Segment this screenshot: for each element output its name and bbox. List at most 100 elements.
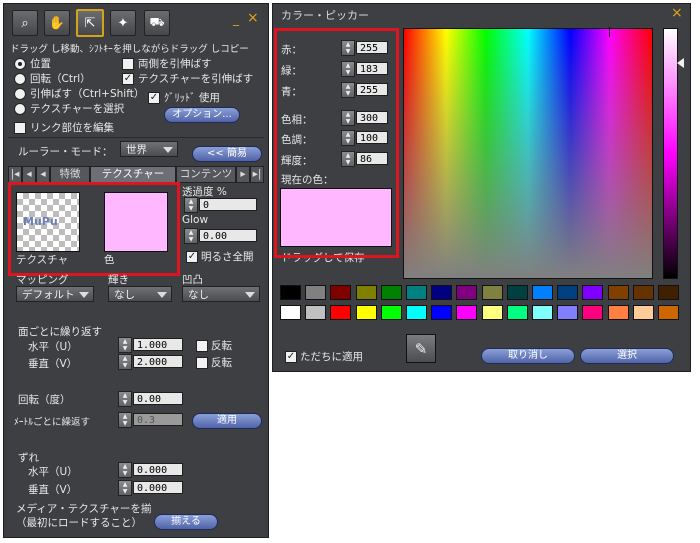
offset-label: ずれ — [18, 452, 39, 464]
color-swatch-preset[interactable] — [557, 285, 579, 300]
color-swatch-preset[interactable] — [658, 285, 679, 300]
tab-scroll-last[interactable]: ▸| — [250, 166, 264, 183]
color-swatch-preset[interactable] — [380, 305, 402, 320]
horizontal-spinner[interactable]: ▲ ▼ — [118, 337, 132, 353]
radio-stretch[interactable] — [14, 88, 26, 100]
vertical-field[interactable]: 2.000 — [133, 355, 183, 368]
color-swatch-preset[interactable] — [406, 305, 427, 320]
repeats-per-meter-spinner[interactable]: ▲ ▼ — [118, 412, 132, 428]
color-swatch-preset[interactable] — [305, 305, 327, 320]
highlight-box-picker — [274, 28, 399, 258]
color-swatch-preset[interactable] — [632, 285, 654, 300]
align-button[interactable]: 揃える — [154, 514, 218, 530]
shiny-dropdown[interactable]: なし — [108, 286, 172, 302]
luminance-slider-thumb[interactable] — [677, 58, 684, 68]
color-swatch-preset[interactable] — [481, 285, 503, 300]
color-swatch-preset[interactable] — [280, 305, 301, 320]
tab-scroll-prev[interactable]: ◂ — [36, 166, 50, 183]
color-swatch-preset[interactable] — [532, 305, 553, 320]
color-swatch-preset[interactable] — [280, 285, 301, 300]
edit-tool-button[interactable]: ⇱ — [76, 9, 104, 37]
transparency-field[interactable]: 0 — [199, 198, 257, 211]
radio-position[interactable] — [14, 58, 26, 70]
color-swatch-preset[interactable] — [557, 305, 579, 320]
options-button[interactable]: オプション... — [164, 107, 240, 123]
minimize-icon[interactable]: _ — [233, 12, 239, 26]
color-swatch-preset[interactable] — [355, 285, 377, 300]
full-bright-checkbox[interactable]: ✓ — [186, 251, 198, 263]
land-tool-button[interactable]: ⛟ — [144, 10, 170, 36]
repeats-per-meter-field[interactable]: 0.3 — [133, 413, 183, 426]
color-swatch-preset[interactable] — [456, 305, 478, 320]
use-grid-checkbox[interactable]: ✓ — [148, 92, 160, 104]
color-swatch-preset[interactable] — [380, 285, 402, 300]
radio-select-texture[interactable] — [14, 103, 26, 115]
picker-title: カラー・ピッカー — [281, 9, 369, 22]
stretch-both-label: 両側を引伸ばす — [138, 58, 212, 70]
flip-vertical-checkbox[interactable] — [196, 357, 208, 369]
radio-rotate[interactable] — [14, 73, 26, 85]
transparency-spinner[interactable]: ▲ ▼ — [184, 197, 198, 213]
glow-spinner[interactable]: ▲ ▼ — [184, 228, 198, 244]
less-button[interactable]: << 簡易 — [192, 146, 262, 162]
select-button[interactable]: 選択 — [580, 348, 674, 364]
color-swatch-preset[interactable] — [431, 305, 453, 320]
close-icon[interactable]: × — [247, 10, 259, 26]
color-swatch-preset[interactable] — [532, 285, 553, 300]
flip-horizontal-checkbox[interactable] — [196, 340, 208, 352]
tab-scroll-right[interactable]: ▸ — [236, 166, 250, 183]
cancel-button[interactable]: 取り消し — [481, 348, 575, 364]
apply-immediately-checkbox[interactable]: ✓ — [285, 351, 297, 363]
color-swatch-preset[interactable] — [582, 305, 604, 320]
media-align-label: メディア・テクスチャーを揃 — [16, 503, 152, 515]
tab-scroll-first[interactable]: |◂ — [8, 166, 22, 183]
luminance-slider[interactable] — [663, 28, 678, 279]
ruler-mode-label: ルーラー・モード： — [18, 146, 113, 158]
grab-tool-button[interactable]: ✋ — [44, 10, 70, 36]
horizontal-field[interactable]: 1.000 — [133, 338, 183, 351]
stretch-both-checkbox[interactable] — [122, 58, 134, 70]
close-icon[interactable]: × — [671, 5, 683, 21]
color-swatch-preset[interactable] — [431, 285, 453, 300]
rotation-spinner[interactable]: ▲ ▼ — [118, 391, 132, 407]
offset-v-field[interactable]: 0.000 — [133, 481, 183, 494]
offset-u-spinner[interactable]: ▲ ▼ — [118, 462, 132, 478]
tab-scroll-left[interactable]: ◂ — [22, 166, 36, 183]
color-swatch-preset[interactable] — [582, 285, 604, 300]
stretch-texture-checkbox[interactable]: ✓ — [122, 73, 134, 85]
offset-v-spinner[interactable]: ▲ ▼ — [118, 480, 132, 496]
tab-features[interactable]: 特徴 — [50, 166, 90, 183]
focus-tool-button[interactable]: ⌕ — [12, 10, 38, 36]
color-swatch-preset[interactable] — [607, 285, 629, 300]
tab-texture[interactable]: テクスチャー — [90, 166, 176, 183]
color-swatch-preset[interactable] — [506, 285, 528, 300]
bump-dropdown[interactable]: なし — [182, 286, 260, 302]
vertical-label: 垂直（V） — [28, 358, 78, 370]
color-swatch-preset[interactable] — [481, 305, 503, 320]
color-swatch-preset[interactable] — [330, 285, 352, 300]
color-swatch-preset[interactable] — [305, 285, 327, 300]
color-swatch-preset[interactable] — [506, 305, 528, 320]
apply-button[interactable]: 適用 — [192, 413, 262, 429]
mapping-dropdown[interactable]: デフォルト — [16, 286, 94, 302]
ruler-mode-dropdown[interactable]: 世界 — [120, 141, 178, 157]
rotation-field[interactable]: 0.00 — [133, 392, 183, 405]
edit-linked-checkbox[interactable] — [14, 122, 26, 134]
radio-position-label: 位置 — [30, 58, 51, 70]
color-swatch-preset[interactable] — [406, 285, 427, 300]
chevron-down-icon — [245, 292, 255, 298]
vertical-spinner[interactable]: ▲ ▼ — [118, 354, 132, 370]
color-spectrum[interactable] — [403, 27, 653, 279]
color-swatch-preset[interactable] — [607, 305, 629, 320]
color-swatch-preset[interactable] — [330, 305, 352, 320]
offset-u-field[interactable]: 0.000 — [133, 463, 183, 476]
tab-content[interactable]: コンテンツ — [176, 166, 236, 183]
eyedropper-button[interactable]: ✎ — [406, 334, 436, 363]
glow-field[interactable]: 0.00 — [199, 229, 257, 242]
offset-u-label: 水平（U） — [28, 466, 78, 478]
color-swatch-preset[interactable] — [456, 285, 478, 300]
color-swatch-preset[interactable] — [355, 305, 377, 320]
color-swatch-preset[interactable] — [658, 305, 679, 320]
create-tool-button[interactable]: ✦ — [110, 10, 136, 36]
color-swatch-preset[interactable] — [632, 305, 654, 320]
